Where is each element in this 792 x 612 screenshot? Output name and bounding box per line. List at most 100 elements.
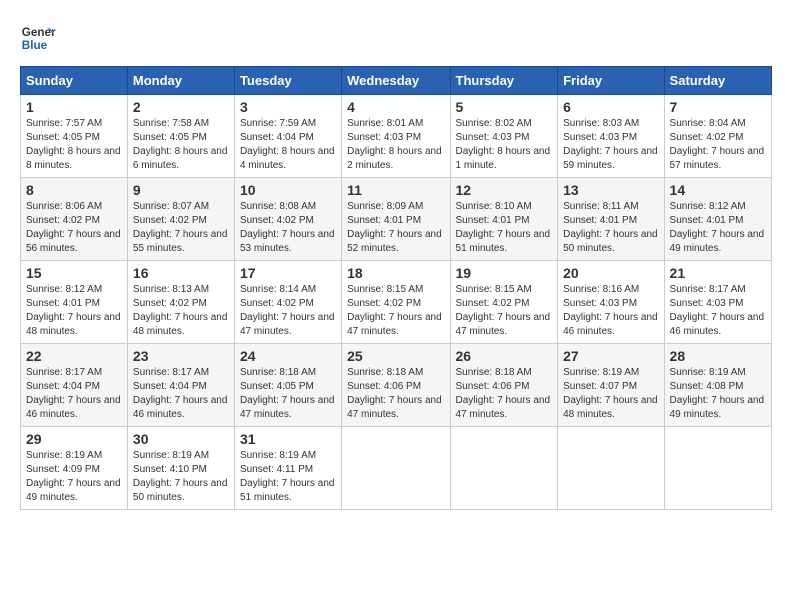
- calendar-week-3: 15 Sunrise: 8:12 AMSunset: 4:01 PMDayligh…: [21, 261, 772, 344]
- calendar-body: 1 Sunrise: 7:57 AMSunset: 4:05 PMDaylight…: [21, 95, 772, 510]
- day-info: Sunrise: 8:18 AMSunset: 4:06 PMDaylight:…: [456, 367, 551, 420]
- calendar-week-1: 1 Sunrise: 7:57 AMSunset: 4:05 PMDaylight…: [21, 95, 772, 178]
- day-number: 7: [670, 99, 766, 115]
- day-info: Sunrise: 7:57 AMSunset: 4:05 PMDaylight:…: [26, 118, 121, 171]
- logo-icon: General Blue: [20, 20, 56, 56]
- day-info: Sunrise: 8:13 AMSunset: 4:02 PMDaylight:…: [133, 284, 228, 337]
- day-number: 26: [456, 348, 553, 364]
- day-info: Sunrise: 8:19 AMSunset: 4:07 PMDaylight:…: [563, 367, 658, 420]
- col-saturday: Saturday: [664, 67, 771, 95]
- table-row: 13 Sunrise: 8:11 AMSunset: 4:01 PMDayligh…: [558, 178, 664, 261]
- day-info: Sunrise: 8:09 AMSunset: 4:01 PMDaylight:…: [347, 201, 442, 254]
- day-number: 14: [670, 182, 766, 198]
- day-info: Sunrise: 7:58 AMSunset: 4:05 PMDaylight:…: [133, 118, 228, 171]
- day-number: 15: [26, 265, 122, 281]
- day-info: Sunrise: 8:12 AMSunset: 4:01 PMDaylight:…: [26, 284, 121, 337]
- table-row: 1 Sunrise: 7:57 AMSunset: 4:05 PMDaylight…: [21, 95, 128, 178]
- day-info: Sunrise: 8:11 AMSunset: 4:01 PMDaylight:…: [563, 201, 658, 254]
- day-number: 24: [240, 348, 336, 364]
- table-row: 16 Sunrise: 8:13 AMSunset: 4:02 PMDayligh…: [127, 261, 234, 344]
- table-row: 18 Sunrise: 8:15 AMSunset: 4:02 PMDayligh…: [342, 261, 450, 344]
- table-row: 24 Sunrise: 8:18 AMSunset: 4:05 PMDayligh…: [234, 344, 341, 427]
- day-info: Sunrise: 8:17 AMSunset: 4:04 PMDaylight:…: [26, 367, 121, 420]
- table-row: 14 Sunrise: 8:12 AMSunset: 4:01 PMDayligh…: [664, 178, 771, 261]
- col-tuesday: Tuesday: [234, 67, 341, 95]
- table-row: 6 Sunrise: 8:03 AMSunset: 4:03 PMDaylight…: [558, 95, 664, 178]
- day-number: 27: [563, 348, 658, 364]
- svg-text:General: General: [22, 26, 56, 39]
- day-number: 2: [133, 99, 229, 115]
- day-number: 16: [133, 265, 229, 281]
- col-sunday: Sunday: [21, 67, 128, 95]
- day-number: 29: [26, 431, 122, 447]
- day-info: Sunrise: 8:06 AMSunset: 4:02 PMDaylight:…: [26, 201, 121, 254]
- day-info: Sunrise: 8:19 AMSunset: 4:11 PMDaylight:…: [240, 450, 335, 503]
- table-row: 9 Sunrise: 8:07 AMSunset: 4:02 PMDaylight…: [127, 178, 234, 261]
- table-row: 25Sunrise: 8:18 AMSunset: 4:06 PMDayligh…: [342, 344, 450, 427]
- day-info: Sunrise: 8:17 AMSunset: 4:03 PMDaylight:…: [670, 284, 765, 337]
- day-info: Sunrise: 8:19 AMSunset: 4:08 PMDaylight:…: [670, 367, 765, 420]
- table-row: [558, 427, 664, 510]
- table-row: 22Sunrise: 8:17 AMSunset: 4:04 PMDayligh…: [21, 344, 128, 427]
- table-row: 27 Sunrise: 8:19 AMSunset: 4:07 PMDayligh…: [558, 344, 664, 427]
- day-info: Sunrise: 8:04 AMSunset: 4:02 PMDaylight:…: [670, 118, 765, 171]
- table-row: 8 Sunrise: 8:06 AMSunset: 4:02 PMDaylight…: [21, 178, 128, 261]
- day-number: 9: [133, 182, 229, 198]
- day-number: 13: [563, 182, 658, 198]
- header: General Blue: [20, 20, 772, 56]
- day-number: 25: [347, 348, 444, 364]
- table-row: 31 Sunrise: 8:19 AMSunset: 4:11 PMDayligh…: [234, 427, 341, 510]
- day-info: Sunrise: 8:15 AMSunset: 4:02 PMDaylight:…: [347, 284, 442, 337]
- table-row: [450, 427, 558, 510]
- day-info: Sunrise: 8:19 AMSunset: 4:10 PMDaylight:…: [133, 450, 228, 503]
- table-row: 4Sunrise: 8:01 AMSunset: 4:03 PMDaylight…: [342, 95, 450, 178]
- day-info: Sunrise: 8:16 AMSunset: 4:03 PMDaylight:…: [563, 284, 658, 337]
- day-number: 8: [26, 182, 122, 198]
- day-number: 11: [347, 182, 444, 198]
- day-info: Sunrise: 8:18 AMSunset: 4:05 PMDaylight:…: [240, 367, 335, 420]
- table-row: 19 Sunrise: 8:15 AMSunset: 4:02 PMDayligh…: [450, 261, 558, 344]
- svg-text:Blue: Blue: [22, 39, 48, 52]
- day-number: 18: [347, 265, 444, 281]
- day-number: 10: [240, 182, 336, 198]
- table-row: 17 Sunrise: 8:14 AMSunset: 4:02 PMDayligh…: [234, 261, 341, 344]
- table-row: 2 Sunrise: 7:58 AMSunset: 4:05 PMDaylight…: [127, 95, 234, 178]
- day-info: Sunrise: 8:07 AMSunset: 4:02 PMDaylight:…: [133, 201, 228, 254]
- table-row: 12 Sunrise: 8:10 AMSunset: 4:01 PMDayligh…: [450, 178, 558, 261]
- day-number: 31: [240, 431, 336, 447]
- day-info: Sunrise: 8:12 AMSunset: 4:01 PMDaylight:…: [670, 201, 765, 254]
- day-number: 23: [133, 348, 229, 364]
- day-number: 17: [240, 265, 336, 281]
- calendar-table: Sunday Monday Tuesday Wednesday Thursday…: [20, 66, 772, 510]
- table-row: 28 Sunrise: 8:19 AMSunset: 4:08 PMDayligh…: [664, 344, 771, 427]
- day-number: 6: [563, 99, 658, 115]
- day-number: 30: [133, 431, 229, 447]
- table-row: [342, 427, 450, 510]
- col-friday: Friday: [558, 67, 664, 95]
- day-info: Sunrise: 8:14 AMSunset: 4:02 PMDaylight:…: [240, 284, 335, 337]
- day-info: Sunrise: 8:02 AMSunset: 4:03 PMDaylight:…: [456, 118, 551, 171]
- logo: General Blue: [20, 20, 60, 56]
- day-info: Sunrise: 8:03 AMSunset: 4:03 PMDaylight:…: [563, 118, 658, 171]
- calendar-week-2: 8 Sunrise: 8:06 AMSunset: 4:02 PMDaylight…: [21, 178, 772, 261]
- table-row: [664, 427, 771, 510]
- day-info: Sunrise: 8:15 AMSunset: 4:02 PMDaylight:…: [456, 284, 551, 337]
- table-row: 11 Sunrise: 8:09 AMSunset: 4:01 PMDayligh…: [342, 178, 450, 261]
- day-number: 28: [670, 348, 766, 364]
- table-row: 3Sunrise: 7:59 AMSunset: 4:04 PMDaylight…: [234, 95, 341, 178]
- day-number: 4: [347, 99, 444, 115]
- header-row: Sunday Monday Tuesday Wednesday Thursday…: [21, 67, 772, 95]
- day-number: 20: [563, 265, 658, 281]
- table-row: 30 Sunrise: 8:19 AMSunset: 4:10 PMDayligh…: [127, 427, 234, 510]
- day-number: 3: [240, 99, 336, 115]
- day-number: 21: [670, 265, 766, 281]
- day-number: 12: [456, 182, 553, 198]
- day-number: 19: [456, 265, 553, 281]
- day-info: Sunrise: 8:08 AMSunset: 4:02 PMDaylight:…: [240, 201, 335, 254]
- table-row: 20 Sunrise: 8:16 AMSunset: 4:03 PMDayligh…: [558, 261, 664, 344]
- day-number: 1: [26, 99, 122, 115]
- table-row: 29Sunrise: 8:19 AMSunset: 4:09 PMDayligh…: [21, 427, 128, 510]
- day-number: 5: [456, 99, 553, 115]
- col-thursday: Thursday: [450, 67, 558, 95]
- day-info: Sunrise: 8:10 AMSunset: 4:01 PMDaylight:…: [456, 201, 551, 254]
